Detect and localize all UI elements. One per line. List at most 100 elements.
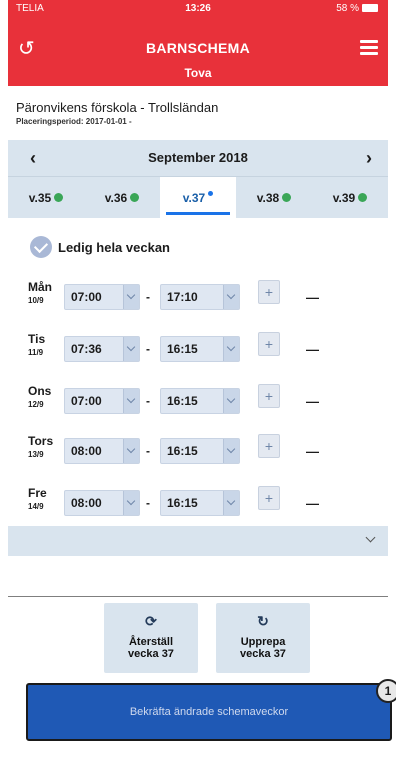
day-row-thu: Tors 13/9 08:00 - 16:15 + — (28, 432, 368, 468)
end-time-select[interactable]: 16:15 (160, 490, 240, 516)
month-label: September 2018 (148, 150, 248, 165)
time-separator: - (146, 394, 150, 408)
menu-icon[interactable] (360, 40, 378, 55)
start-time-select[interactable]: 08:00 (64, 490, 140, 516)
start-time-select[interactable]: 07:00 (64, 284, 140, 310)
placement-info: Päronvikens förskola - Trollsländan Plac… (16, 100, 376, 126)
free-week-checkbox[interactable]: Ledig hela veckan (30, 236, 170, 260)
time-separator: - (146, 444, 150, 458)
action-footer: ⟳ Återställ vecka 37 ↻ Upprepa vecka 37 Be… (8, 596, 396, 761)
step-badge: 1 (376, 679, 396, 703)
repeat-week-label: Upprepa vecka 37 (216, 636, 310, 660)
active-tab-indicator (166, 212, 230, 215)
checkmark-icon (30, 236, 52, 258)
chevron-down-icon (223, 491, 239, 515)
day-row-mon: Mån 10/9 07:00 - 17:10 + — (28, 278, 368, 314)
start-time-value: 07:36 (71, 342, 102, 356)
week-label: v.37 (182, 191, 206, 205)
clock: 13:26 (185, 3, 211, 14)
chevron-down-icon (123, 439, 139, 463)
status-bar: TELIA 13:26 58 % (8, 0, 388, 18)
day-name: Fre (28, 486, 47, 500)
time-dash: — (306, 290, 319, 305)
tab-week-38[interactable]: v.38 (236, 177, 312, 219)
child-name: Tova (184, 66, 212, 80)
time-separator: - (146, 496, 150, 510)
start-time-value: 07:00 (71, 394, 102, 408)
week-tabs: v.35 v.36 v.37 v.38 v.39 (8, 176, 388, 219)
start-time-select[interactable]: 07:00 (64, 388, 140, 414)
chevron-down-icon (123, 491, 139, 515)
month-selector: ‹ September 2018 › (8, 140, 388, 176)
check-icon (54, 193, 64, 203)
day-date: 14/9 (28, 502, 44, 511)
week-label: v.38 (256, 191, 280, 205)
add-time-button[interactable]: + (258, 280, 280, 304)
tab-week-39[interactable]: v.39 (312, 177, 388, 219)
time-dash: — (306, 444, 319, 459)
day-name: Tors (28, 434, 54, 448)
chevron-down-icon (223, 439, 239, 463)
time-separator: - (146, 290, 150, 304)
chevron-down-icon (365, 532, 376, 543)
day-date: 10/9 (28, 296, 44, 305)
chevron-down-icon (223, 285, 239, 309)
week-label: v.35 (28, 191, 52, 205)
end-time-value: 16:15 (167, 496, 198, 510)
time-dash: — (306, 342, 319, 357)
confirm-button[interactable]: Bekräfta ändrade schemaveckor (26, 683, 392, 741)
chevron-down-icon (123, 389, 139, 413)
chevron-right-icon[interactable]: › (366, 148, 372, 169)
week-label: v.36 (104, 191, 128, 205)
battery-icon (362, 4, 378, 13)
start-time-select[interactable]: 07:36 (64, 336, 140, 362)
page-title: BARNSCHEMA (145, 40, 251, 56)
time-dash: — (306, 394, 319, 409)
day-date: 11/9 (28, 348, 44, 357)
placement-period: Placeringsperiod: 2017-01-01 - (16, 117, 132, 126)
time-separator: - (146, 342, 150, 356)
tab-week-37[interactable]: v.37 (160, 177, 236, 219)
reset-week-label: Återställ vecka 37 (104, 636, 198, 660)
end-time-value: 17:10 (167, 290, 198, 304)
start-time-value: 08:00 (71, 444, 102, 458)
tab-week-35[interactable]: v.35 (8, 177, 84, 219)
add-time-button[interactable]: + (258, 486, 280, 510)
end-time-select[interactable]: 16:15 (160, 336, 240, 362)
refresh-icon: ⟳ (145, 613, 157, 629)
add-time-button[interactable]: + (258, 332, 280, 356)
tab-week-36[interactable]: v.36 (84, 177, 160, 219)
add-time-button[interactable]: + (258, 434, 280, 458)
day-name: Tis (28, 332, 46, 346)
end-time-select[interactable]: 17:10 (160, 284, 240, 310)
check-icon (282, 193, 292, 203)
reset-line2: vecka 37 (128, 648, 174, 660)
reset-week-button[interactable]: ⟳ Återställ vecka 37 (104, 603, 198, 673)
repeat-icon: ↻ (257, 613, 269, 629)
chevron-down-icon (223, 337, 239, 361)
week-label: v.39 (332, 191, 356, 205)
start-time-select[interactable]: 08:00 (64, 438, 140, 464)
preschool-name: Päronvikens förskola - Trollsländan (16, 100, 219, 115)
battery-status: 58 % (336, 3, 378, 14)
day-row-tue: Tis 11/9 07:36 - 16:15 + — (28, 330, 368, 366)
chevron-down-icon (223, 389, 239, 413)
chevron-down-icon (123, 285, 139, 309)
free-week-label: Ledig hela veckan (58, 239, 170, 255)
end-time-value: 16:15 (167, 444, 198, 458)
day-date: 13/9 (28, 450, 44, 459)
active-dot-icon (208, 191, 214, 197)
repeat-line1: Upprepa (240, 636, 286, 648)
battery-percent: 58 % (336, 3, 359, 14)
end-time-select[interactable]: 16:15 (160, 388, 240, 414)
day-name: Ons (28, 384, 52, 398)
end-time-select[interactable]: 16:15 (160, 438, 240, 464)
chevron-down-icon (123, 337, 139, 361)
repeat-line2: vecka 37 (240, 648, 286, 660)
start-time-value: 08:00 (71, 496, 102, 510)
start-time-value: 07:00 (71, 290, 102, 304)
repeat-week-button[interactable]: ↻ Upprepa vecka 37 (216, 603, 310, 673)
add-time-button[interactable]: + (258, 384, 280, 408)
end-time-value: 16:15 (167, 394, 198, 408)
weekend-expander[interactable] (8, 526, 388, 556)
